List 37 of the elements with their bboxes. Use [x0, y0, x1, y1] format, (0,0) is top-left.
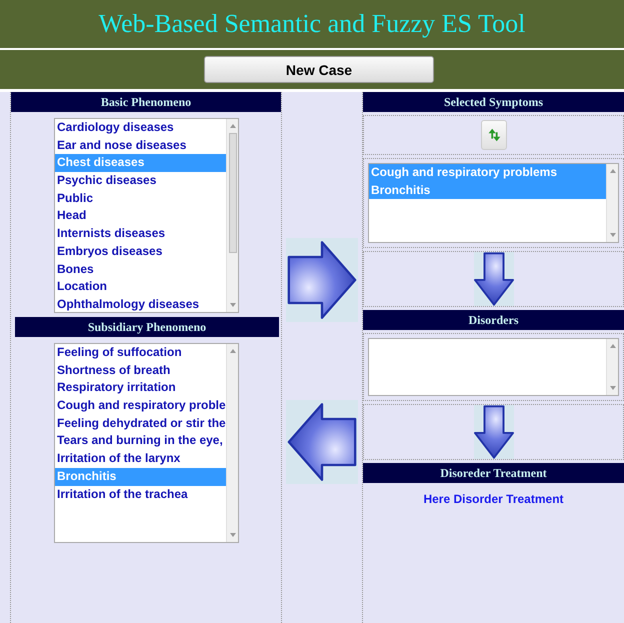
- list-option[interactable]: Shortness of breath: [55, 362, 226, 380]
- section-header: Basic Phenomeno: [11, 92, 281, 112]
- refresh-button[interactable]: [480, 120, 506, 150]
- list-option[interactable]: Psychic diseases: [55, 172, 226, 190]
- list-option[interactable]: Irritation of the larynx: [55, 450, 226, 468]
- list-option[interactable]: Feeling of suffocation: [55, 344, 226, 362]
- list-option[interactable]: Feeling dehydrated or stir the: [55, 414, 226, 432]
- section-header: Selected Symptoms: [363, 92, 624, 112]
- list-option[interactable]: Ear and nose diseases: [55, 136, 226, 154]
- down-arrow-icon: [474, 252, 514, 306]
- down-arrow-icon: [474, 405, 514, 459]
- treatment-text: Here Disorder Treatment: [423, 492, 564, 506]
- list-option[interactable]: Public: [55, 190, 226, 208]
- list-option[interactable]: Cough and respiratory proble: [55, 397, 226, 415]
- list-option[interactable]: Respiratory irritation: [55, 379, 226, 398]
- right-arrow-icon[interactable]: [287, 240, 357, 320]
- list-box[interactable]: Cardiology diseases Ear and nose diseases Chest diseases Psychic diseases Public Head Internists diseases Embryos diseases Bones Location Ophthalmology diseases: [54, 118, 239, 313]
- list-option[interactable]: Embryos diseases: [55, 242, 226, 260]
- list-option[interactable]: Internists diseases: [55, 225, 226, 243]
- section-header: Disoreder Treatment: [363, 463, 624, 483]
- app-title: Web-Based Semantic and Fuzzy ES Tool: [98, 9, 526, 39]
- list-box[interactable]: [54, 343, 239, 543]
- list-option[interactable]: Bones: [55, 260, 226, 278]
- new-case-button[interactable]: New Case: [204, 56, 434, 83]
- left-arrow-icon[interactable]: [287, 402, 357, 482]
- list-option[interactable]: Cardiology diseases: [55, 119, 226, 137]
- scrollbar[interactable]: [226, 119, 238, 312]
- list-option[interactable]: Irritation of the trachea: [55, 486, 226, 504]
- scrollbar[interactable]: [606, 339, 618, 395]
- list-option[interactable]: Location: [55, 278, 226, 296]
- list-option[interactable]: Head: [55, 207, 226, 226]
- scrollbar[interactable]: [606, 164, 618, 242]
- list-option[interactable]: Ophthalmology diseases: [55, 296, 226, 312]
- scrollbar[interactable]: [226, 344, 238, 542]
- list-option[interactable]: Tears and burning in the eye,: [55, 432, 226, 450]
- section-header: Disorders: [363, 310, 624, 330]
- section-header: Subsidiary Phenomeno: [15, 317, 279, 337]
